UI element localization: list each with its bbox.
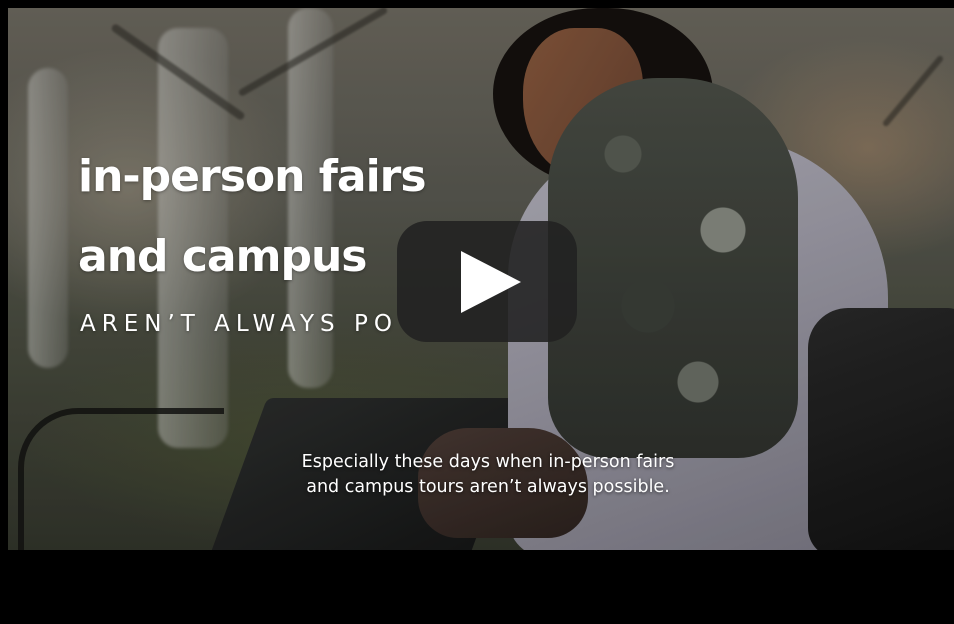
- play-button[interactable]: [397, 221, 577, 342]
- video-headline-line1: in-person fairs: [78, 151, 427, 202]
- play-icon: [461, 251, 521, 313]
- video-player[interactable]: in-person fairs and campus AREN’T ALWAYS…: [0, 0, 954, 624]
- video-caption: Especially these days when in-person fai…: [208, 450, 768, 500]
- video-subline: AREN’T ALWAYS PO: [80, 311, 398, 337]
- caption-line2: and campus tours aren’t always possible.: [306, 477, 670, 497]
- caption-line1: Especially these days when in-person fai…: [301, 452, 675, 472]
